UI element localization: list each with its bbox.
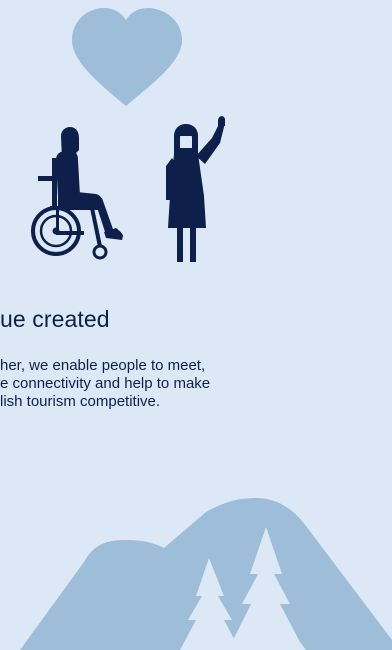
wheelchair-person-icon (31, 127, 123, 260)
section-heading: ue created (0, 306, 110, 332)
body-line: e connectivity and help to make (0, 375, 211, 392)
waving-person-icon (166, 116, 225, 262)
heart-icon (72, 8, 182, 106)
body-line: lish tourism competitive. (0, 393, 161, 410)
section-body: her, we enable people to meet, e connect… (0, 357, 392, 411)
body-line: her, we enable people to meet, (0, 357, 206, 374)
